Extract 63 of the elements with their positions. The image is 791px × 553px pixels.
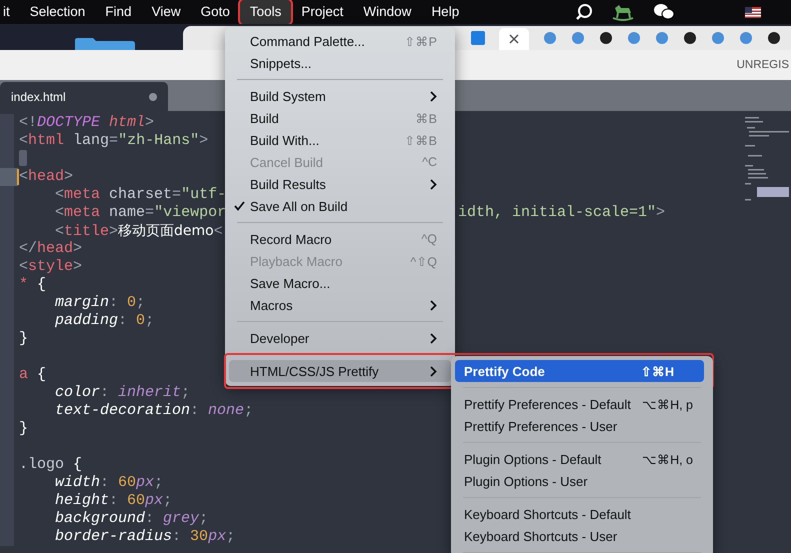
rocking-horse-icon[interactable] bbox=[611, 2, 635, 22]
text-cursor bbox=[19, 150, 27, 166]
menu-bar-item[interactable]: Project bbox=[291, 0, 354, 24]
menu-bar-item[interactable]: Window bbox=[353, 0, 422, 24]
code-line: height: 60px; bbox=[54, 492, 172, 509]
code-line: padding: 0; bbox=[54, 312, 154, 329]
code-line: width: 60px; bbox=[54, 474, 164, 491]
code-line: border-radius: 30px; bbox=[54, 528, 236, 545]
code-line: } bbox=[19, 330, 28, 347]
code-line: background: grey; bbox=[54, 510, 208, 527]
menu-item[interactable]: HTML/CSS/JS Prettify bbox=[229, 360, 451, 382]
menu-item[interactable]: Build ⌘B bbox=[225, 107, 455, 129]
code-line: idth, initial-scale=1"> bbox=[458, 204, 666, 222]
menu-item[interactable]: Prettify Preferences - User bbox=[451, 415, 713, 437]
code-line: <meta name="viewpor bbox=[54, 204, 226, 221]
tab-title: index.html bbox=[11, 90, 66, 104]
menu-item[interactable]: Record Macro ^Q bbox=[225, 228, 455, 250]
menu-bar-item[interactable]: it bbox=[0, 0, 20, 24]
menu-bar-item[interactable]: Find bbox=[95, 0, 142, 24]
menu-item[interactable]: Prettify Preferences - Default ⌥⌘H, p bbox=[451, 393, 713, 415]
favicon-icon[interactable] bbox=[683, 31, 697, 45]
chat-bubbles-icon[interactable] bbox=[653, 3, 675, 21]
menu-item[interactable]: Build System bbox=[225, 85, 455, 107]
file-tab[interactable]: index.html bbox=[0, 82, 168, 111]
menu-bar-item[interactable]: Goto bbox=[190, 0, 240, 24]
license-status: UNREGIS bbox=[736, 59, 789, 71]
favicon-icon[interactable] bbox=[767, 31, 781, 45]
code-line: margin: 0; bbox=[54, 294, 146, 311]
code-line: text-decoration: none; bbox=[54, 402, 254, 419]
menu-item[interactable]: Snippets... bbox=[225, 52, 455, 74]
menu-bar-item[interactable]: Help bbox=[421, 0, 470, 24]
menu-item[interactable]: Macros bbox=[225, 294, 455, 316]
favicon-icon[interactable] bbox=[599, 31, 613, 45]
code-line: <head> bbox=[19, 168, 74, 185]
menu-item[interactable]: Plugin Options - User bbox=[451, 470, 713, 492]
code-line: color: inherit; bbox=[54, 384, 190, 401]
menu-item[interactable]: Plugin Options - Default ⌥⌘H, o bbox=[451, 448, 713, 470]
code-line: * { bbox=[19, 276, 46, 293]
code-line: <meta charset="utf- bbox=[54, 186, 226, 203]
close-icon[interactable] bbox=[509, 34, 519, 44]
menu-item[interactable]: Prettify Code ⇧⌘H bbox=[455, 360, 704, 382]
menu-item[interactable]: Build With... ⇧⌘B bbox=[225, 129, 455, 151]
menu-item[interactable]: Keyboard Shortcuts - User bbox=[451, 525, 713, 547]
code-line: <title>移动页面demo< bbox=[54, 223, 223, 240]
menu-item[interactable]: Save Macro... bbox=[225, 272, 455, 294]
folder-icon[interactable] bbox=[75, 38, 135, 50]
code-line: <style> bbox=[19, 258, 82, 275]
code-line: <!DOCTYPE html> bbox=[19, 114, 154, 131]
menu-bar-item[interactable]: Tools bbox=[240, 0, 292, 24]
flag-icon[interactable] bbox=[745, 6, 761, 18]
code-line: </head> bbox=[19, 240, 82, 257]
browser-tab[interactable] bbox=[499, 28, 529, 50]
menu-item[interactable]: Build Results bbox=[225, 173, 455, 195]
code-line: <html lang="zh-Hans"> bbox=[19, 132, 208, 149]
menu-bar-item[interactable]: Selection bbox=[20, 0, 96, 24]
menu-item[interactable]: Developer bbox=[225, 327, 455, 349]
menu-item[interactable]: Save All on Build bbox=[225, 195, 455, 217]
code-line: a { bbox=[19, 366, 46, 383]
code-line: .logo { bbox=[19, 456, 82, 473]
menu-bar-item[interactable]: View bbox=[142, 0, 191, 24]
menu-item[interactable]: Keyboard Shortcuts - Default bbox=[451, 503, 713, 525]
search-icon[interactable] bbox=[575, 3, 593, 21]
code-line: } bbox=[19, 420, 28, 437]
